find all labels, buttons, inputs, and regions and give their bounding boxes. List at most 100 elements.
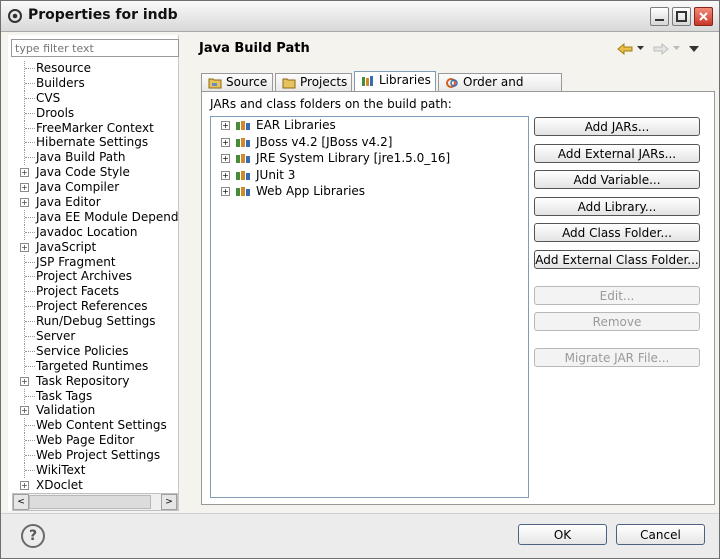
back-arrow-icon[interactable] [617,43,633,55]
sidebar-item-label: Resource [36,61,92,75]
library-icon [236,137,250,147]
sidebar-item[interactable]: Web Project Settings [8,448,178,464]
sidebar-item-label: Web Project Settings [36,448,161,463]
tab-projects[interactable]: Projects [275,73,352,91]
sidebar-item[interactable]: Builders [8,75,178,91]
sidebar-item[interactable]: + JavaScript [8,240,178,255]
add-library-button[interactable]: Add Library... [534,197,700,216]
tree-connector [25,291,35,293]
sidebar-item[interactable]: Project Facets [8,284,178,300]
sidebar-item-label: Service Policies [36,343,129,358]
add-external-jars-button[interactable]: Add External JARs... [534,144,700,163]
minimize-button[interactable] [650,7,669,26]
tab-source-label: Source [226,75,268,89]
expand-plus-icon[interactable]: + [20,242,29,252]
sidebar-item[interactable]: + Task Repository [8,374,178,389]
expand-plus-icon[interactable]: + [20,168,29,178]
expand-plus-icon[interactable]: + [221,170,230,180]
expand-plus-icon[interactable]: + [20,480,29,490]
edit-button[interactable]: Edit... [534,286,700,305]
expand-plus-icon[interactable]: + [20,198,29,208]
sidebar-item[interactable]: Web Content Settings [8,418,178,434]
migrate-jar-file-button[interactable]: Migrate JAR File... [534,348,700,367]
help-icon[interactable]: ? [21,524,45,548]
sidebar-item[interactable]: CVS [8,90,178,106]
sidebar-item[interactable]: Targeted Runtimes [8,358,178,374]
library-tree[interactable]: + EAR Libraries + JBoss v4.2 [JBoss v4.2] + J… [210,116,529,498]
sidebar-item[interactable]: Hibernate Settings [8,135,178,151]
tab-libraries[interactable]: Libraries [354,71,436,93]
filter-input[interactable] [11,39,179,57]
sidebar-item[interactable]: + XDoclet [8,478,178,493]
libraries-tab-panel: JARs and class folders on the build path… [201,91,715,505]
view-menu-icon[interactable] [689,46,699,52]
close-window-button[interactable] [694,7,713,26]
add-jars-button[interactable]: Add JARs... [534,117,700,136]
remove-button[interactable]: Remove [534,312,700,331]
title-bar[interactable]: Properties for indb [1,1,719,32]
sidebar-item[interactable]: Server [8,329,178,345]
tab-order-and-export[interactable]: Order and Export [438,73,562,106]
expand-plus-icon[interactable]: + [221,154,230,163]
scroll-left-arrow[interactable]: < [13,494,29,510]
library-entry[interactable]: + JRE System Library [jre1.5.0_16] [211,150,528,167]
maximize-button[interactable] [672,7,691,26]
library-entry[interactable]: + JBoss v4.2 [JBoss v4.2] [211,134,528,151]
minimize-icon [655,19,664,21]
sidebar-item[interactable]: Web Page Editor [8,433,178,449]
tree-connector [25,440,35,442]
history-navigation [617,41,707,57]
tab-libraries-label: Libraries [379,73,431,87]
sidebar-item[interactable]: JSP Fragment [8,254,178,270]
tree-connector [25,425,35,427]
sidebar-item[interactable]: Drools [8,105,178,121]
sidebar-item-label: Drools [36,105,75,120]
sidebar-item-label: Javadoc Location [36,224,138,239]
tab-source[interactable]: Source [201,73,273,91]
property-page-tree: Resource Builders CVS Drools FreeMarker Cont… [8,61,178,493]
ok-button[interactable]: OK [518,524,607,545]
sidebar-item[interactable]: Java Build Path [8,150,178,166]
sidebar-item[interactable]: + Java Editor [8,195,178,210]
scroll-right-arrow[interactable]: > [161,494,177,510]
build-path-label: JARs and class folders on the build path… [210,97,452,111]
cancel-button[interactable]: Cancel [616,524,705,545]
sidebar-item-label: JSP Fragment [36,254,116,269]
scroll-thumb[interactable] [29,495,151,509]
sidebar-item[interactable]: Resource [8,61,178,76]
sidebar-item[interactable]: Run/Debug Settings [8,314,178,330]
library-entry[interactable]: + Web App Libraries [211,183,528,200]
sidebar-item[interactable]: + Java Code Style [8,165,178,180]
sidebar-item-label: Task Tags [36,388,93,403]
library-entry[interactable]: + EAR Libraries [211,117,528,134]
expand-plus-icon[interactable]: + [20,183,29,193]
sidebar-item[interactable]: FreeMarker Context [8,120,178,136]
sidebar-item-label: Validation [36,403,96,418]
add-external-class-folder-button[interactable]: Add External Class Folder... [534,250,700,269]
sidebar-item-label: Targeted Runtimes [36,358,149,373]
sidebar-item[interactable]: + Java Compiler [8,180,178,195]
add-variable-button[interactable]: Add Variable... [534,170,700,189]
sidebar-item[interactable]: Service Policies [8,343,178,359]
tree-connector [25,231,35,233]
tree-connector [25,365,35,367]
sidebar-item[interactable]: Project References [8,299,178,315]
sidebar-horizontal-scrollbar[interactable]: < > [12,493,178,511]
sidebar-item[interactable]: WikiText [8,463,178,479]
sidebar-item[interactable]: Task Tags [8,388,178,404]
expand-plus-icon[interactable]: + [221,187,230,196]
add-class-folder-button[interactable]: Add Class Folder... [534,223,700,242]
sidebar-item[interactable]: + Validation [8,403,178,418]
expand-plus-icon[interactable]: + [20,406,29,416]
back-menu-chevron-icon[interactable] [637,46,644,51]
sidebar-item-label: FreeMarker Context [36,120,154,135]
expand-plus-icon[interactable]: + [221,137,230,147]
sidebar-item[interactable]: Project Archives [8,269,178,285]
library-entry[interactable]: + JUnit 3 [211,167,528,184]
library-entry-label: EAR Libraries [256,118,336,132]
sidebar-item[interactable]: Java EE Module Depende [8,209,178,225]
sidebar-item[interactable]: Javadoc Location [8,224,178,240]
expand-plus-icon[interactable]: + [20,376,29,386]
sidebar-item-label: Project Archives [36,269,133,284]
expand-plus-icon[interactable]: + [221,121,230,130]
